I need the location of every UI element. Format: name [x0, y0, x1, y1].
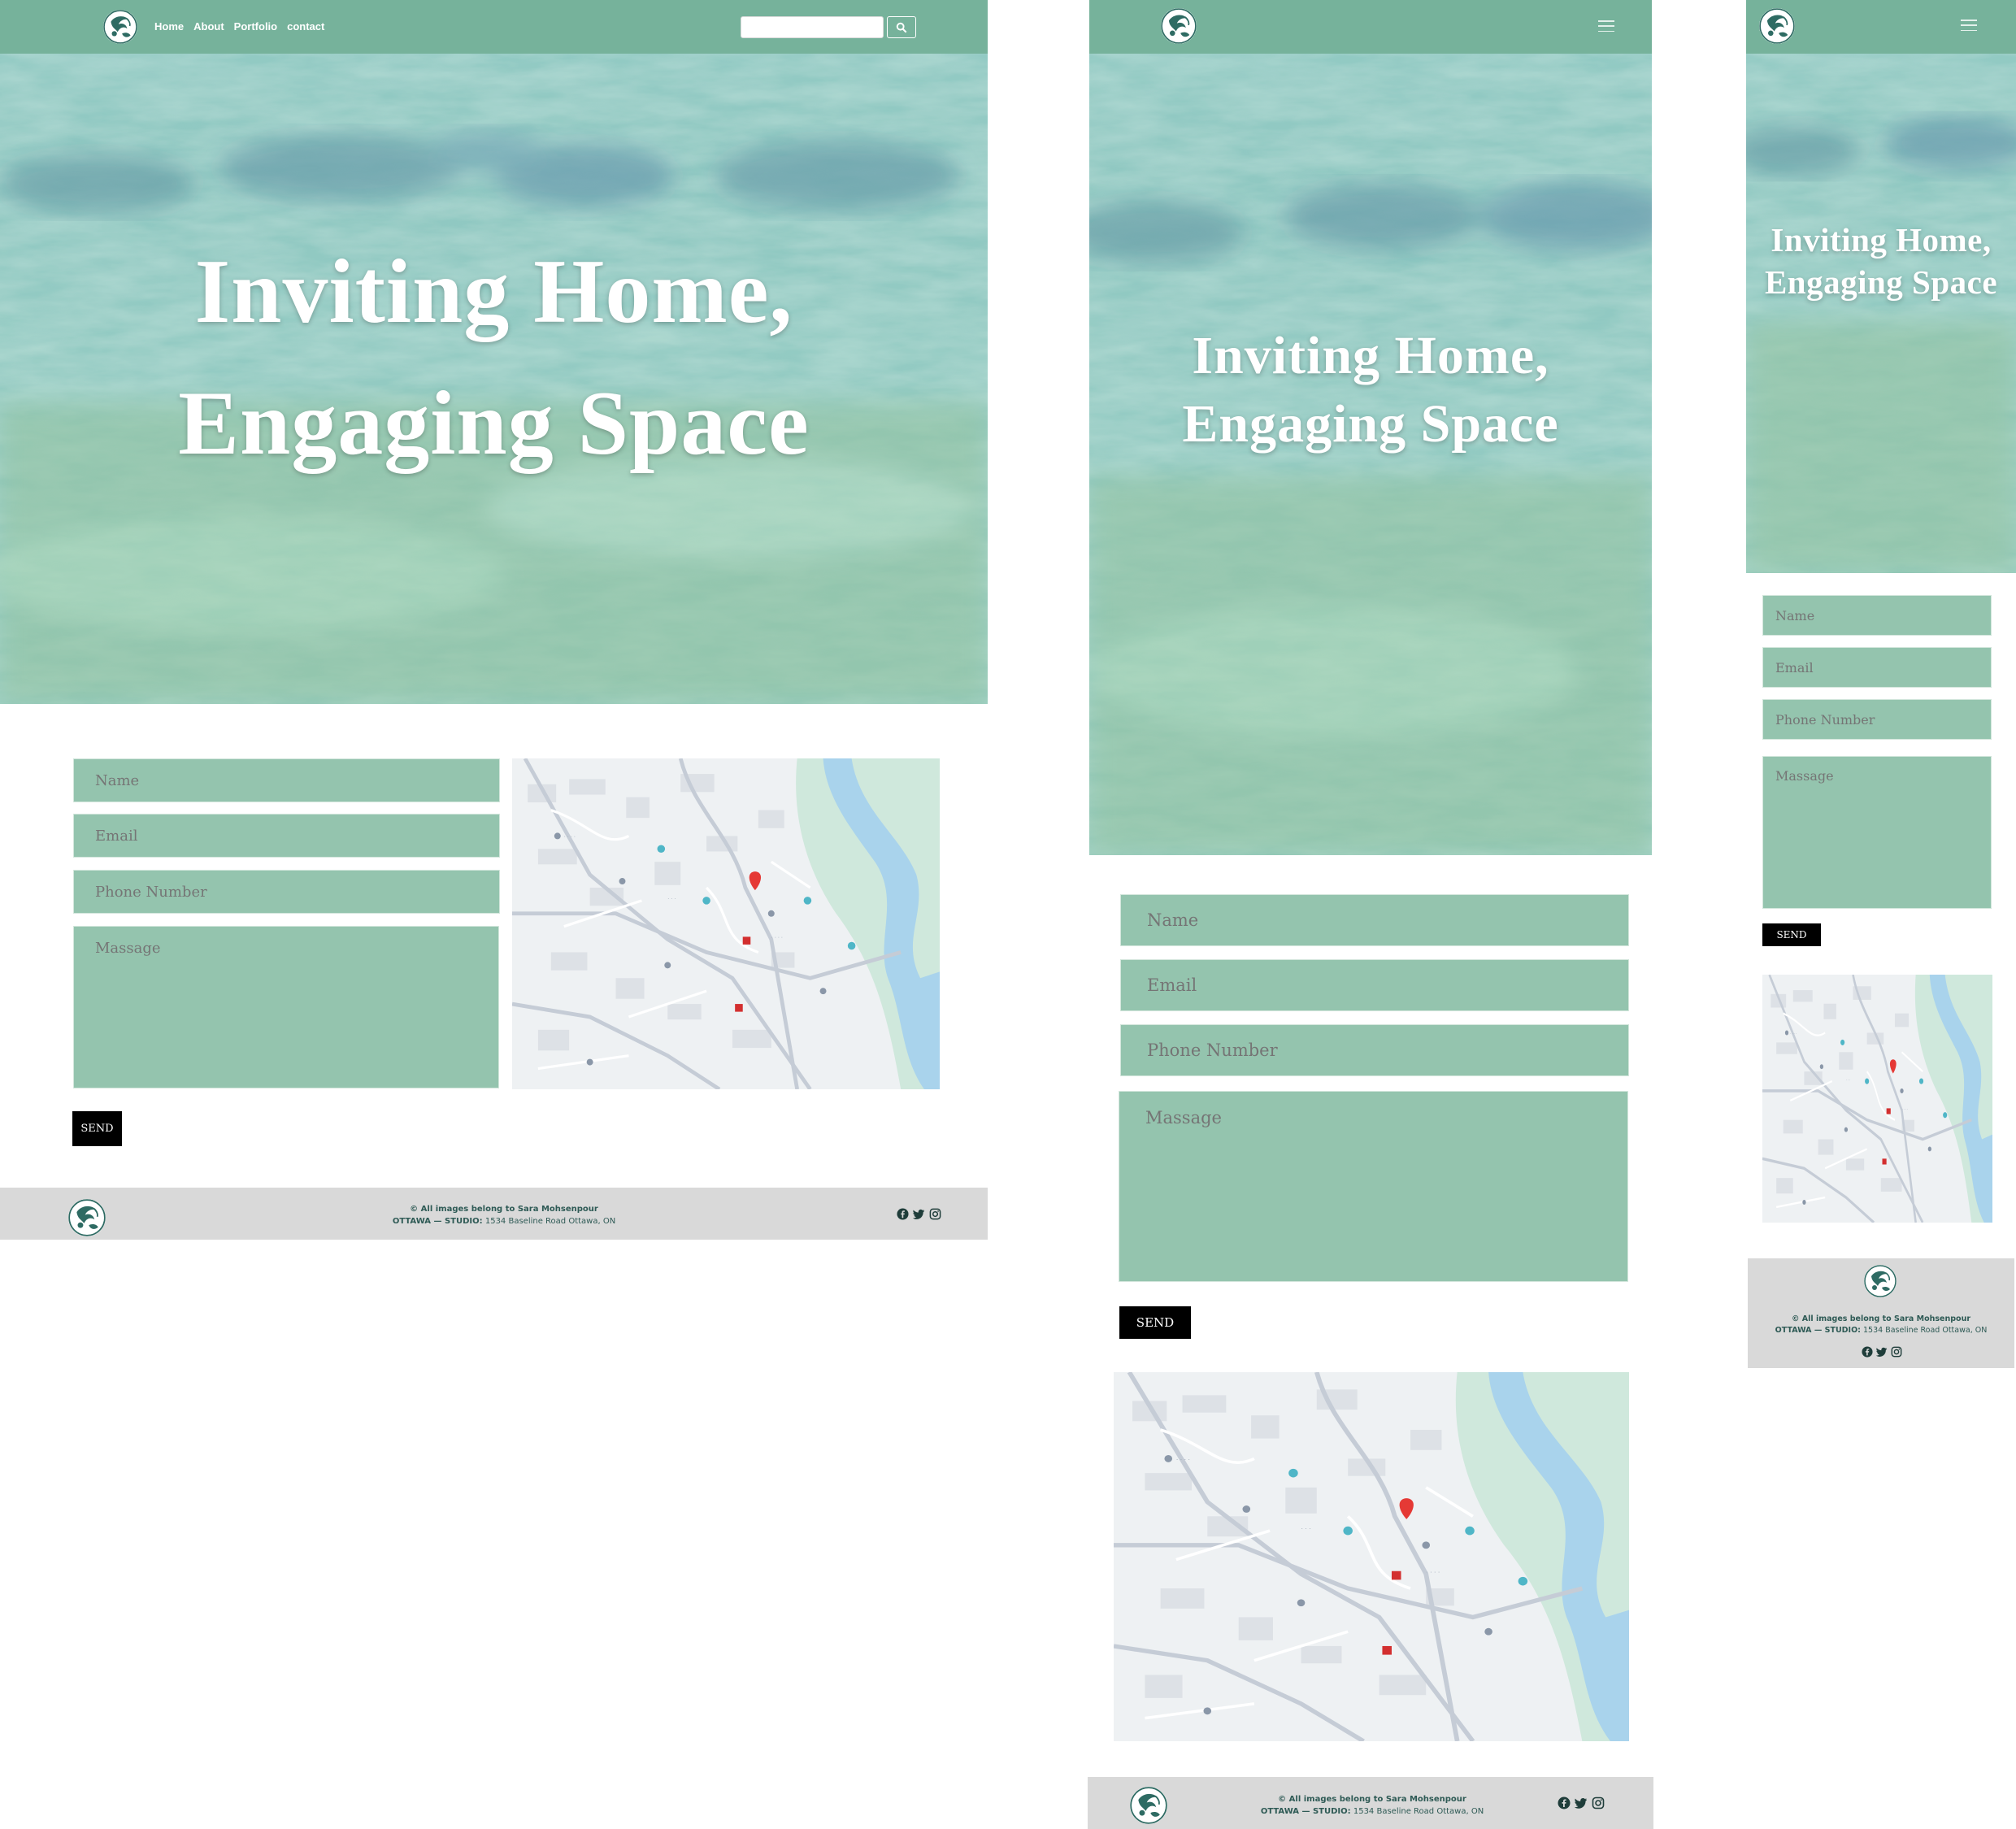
map-pin-icon	[1762, 975, 1992, 1223]
name-field[interactable]	[1762, 595, 1992, 636]
footer-logo-icon[interactable]	[1864, 1265, 1897, 1297]
location-map[interactable]	[1762, 975, 1992, 1223]
hero-banner: Inviting Home, Engaging Space	[0, 54, 988, 704]
facebook-icon[interactable]	[1862, 1346, 1873, 1358]
hero-banner: Inviting Home, Engaging Space	[1746, 54, 2016, 573]
phone-field[interactable]	[1762, 699, 1992, 740]
twitter-icon[interactable]	[1575, 1796, 1588, 1809]
twitter-icon[interactable]	[1876, 1346, 1888, 1358]
twitter-icon[interactable]	[913, 1208, 925, 1220]
email-field[interactable]	[73, 814, 500, 858]
hero-title-line2: Engaging Space	[1764, 263, 1998, 301]
footer-address: 1534 Baseline Road Ottawa, ON	[1353, 1807, 1484, 1816]
social-links	[1862, 1346, 1902, 1358]
footer-address: 1534 Baseline Road Ottawa, ON	[484, 1217, 616, 1226]
hero-title: Inviting Home, Engaging Space	[1746, 219, 2016, 303]
hero-title-line2: Engaging Space	[178, 373, 810, 475]
hero-title-line1: Inviting Home,	[194, 241, 793, 342]
mobile-view: Inviting Home, Engaging Space SEND © All…	[1746, 0, 2016, 1374]
hero-title-line2: Engaging Space	[1182, 394, 1559, 454]
footer: © All images belong to Sara Mohsenpour O…	[1748, 1258, 2014, 1368]
nav-link-portfolio[interactable]: Portfolio	[234, 20, 277, 33]
instagram-icon[interactable]	[1592, 1796, 1605, 1809]
footer-copyright: © All images belong to Sara Mohsenpour	[1791, 1314, 1971, 1323]
footer-studio-label: OTTAWA — STUDIO:	[392, 1217, 483, 1226]
desktop-view: Home About Portfolio contact Inviting Ho…	[0, 0, 988, 1240]
footer-logo-icon[interactable]	[1130, 1787, 1167, 1824]
send-button[interactable]: SEND	[1119, 1306, 1191, 1339]
footer-copyright: © All images belong to Sara Mohsenpour	[410, 1205, 598, 1214]
nav-link-contact[interactable]: contact	[287, 20, 324, 33]
nav-links: Home About Portfolio contact	[154, 20, 324, 33]
hero-title: Inviting Home, Engaging Space	[0, 226, 988, 490]
email-field[interactable]	[1762, 647, 1992, 688]
name-field[interactable]	[73, 758, 500, 802]
logo-icon[interactable]	[1161, 8, 1197, 44]
search-icon	[896, 22, 907, 33]
send-button[interactable]: SEND	[72, 1111, 122, 1146]
footer-credits: © All images belong to Sara Mohsenpour O…	[325, 1203, 683, 1227]
footer-credits: © All images belong to Sara Mohsenpour O…	[1748, 1314, 2014, 1337]
phone-field[interactable]	[1120, 1024, 1629, 1076]
message-field[interactable]	[1119, 1091, 1628, 1282]
footer-logo-icon[interactable]	[68, 1199, 106, 1236]
hero-title: Inviting Home, Engaging Space	[1089, 322, 1652, 459]
social-links	[897, 1208, 941, 1220]
top-navbar: Home About Portfolio contact	[0, 0, 988, 54]
footer-address: 1534 Baseline Road Ottawa, ON	[1863, 1326, 1988, 1336]
search-input[interactable]	[741, 16, 884, 38]
nav-link-about[interactable]: About	[193, 20, 224, 33]
top-navbar	[1746, 0, 2016, 54]
name-field[interactable]	[1120, 894, 1629, 946]
footer-studio-label: OTTAWA — STUDIO:	[1260, 1807, 1351, 1816]
phone-field[interactable]	[73, 870, 500, 914]
hero-title-line1: Inviting Home,	[1771, 221, 1992, 258]
send-button[interactable]: SEND	[1762, 923, 1821, 946]
social-links	[1558, 1796, 1605, 1809]
footer-copyright: © All images belong to Sara Mohsenpour	[1278, 1795, 1466, 1804]
logo-icon[interactable]	[103, 10, 137, 44]
hamburger-menu-icon[interactable]	[1961, 20, 1977, 31]
map-pin-icon	[512, 758, 940, 1089]
hero-title-line1: Inviting Home,	[1192, 326, 1549, 385]
facebook-icon[interactable]	[897, 1208, 909, 1220]
footer-credits: © All images belong to Sara Mohsenpour O…	[1218, 1793, 1527, 1818]
hero-painting	[1746, 54, 2016, 573]
nav-link-home[interactable]: Home	[154, 20, 184, 33]
footer-studio-label: OTTAWA — STUDIO:	[1775, 1326, 1861, 1336]
search-button[interactable]	[887, 16, 916, 38]
top-navbar	[1089, 0, 1652, 54]
email-field[interactable]	[1120, 959, 1629, 1011]
message-field[interactable]	[73, 926, 499, 1088]
location-map[interactable]	[1114, 1372, 1629, 1741]
message-field[interactable]	[1762, 756, 1992, 909]
instagram-icon[interactable]	[929, 1208, 941, 1220]
instagram-icon[interactable]	[1891, 1346, 1902, 1358]
footer: © All images belong to Sara Mohsenpour O…	[0, 1188, 988, 1240]
map-pin-icon	[1114, 1372, 1629, 1741]
logo-icon[interactable]	[1759, 8, 1795, 44]
hamburger-menu-icon[interactable]	[1598, 20, 1614, 32]
location-map[interactable]	[512, 758, 940, 1089]
footer: © All images belong to Sara Mohsenpour O…	[1088, 1777, 1653, 1829]
hero-banner: Inviting Home, Engaging Space	[1089, 54, 1652, 855]
tablet-view: Inviting Home, Engaging Space SEND © All…	[1088, 0, 1653, 1829]
facebook-icon[interactable]	[1558, 1796, 1571, 1809]
